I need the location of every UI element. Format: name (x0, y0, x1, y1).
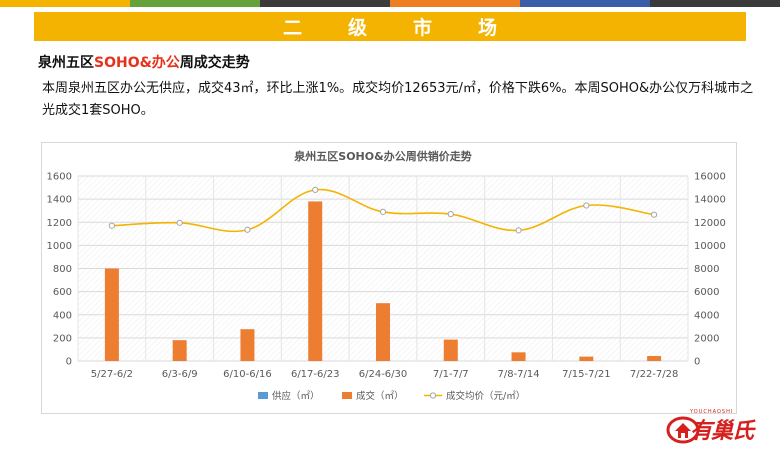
deal-bar (104, 268, 119, 361)
deal-bar (579, 356, 594, 361)
price-point (515, 227, 522, 234)
x-tick-label: 6/24-6/30 (359, 369, 408, 380)
legend-marker-price (429, 392, 437, 399)
y2-tick-label: 8000 (694, 264, 719, 275)
price-point (379, 208, 387, 215)
x-tick-label: 6/17-6/23 (291, 369, 340, 380)
y2-tick-label: 12000 (694, 218, 726, 229)
heading-suffix: 周成交走势 (179, 55, 250, 71)
x-tick-label: 7/8-7/14 (497, 369, 539, 380)
price-point (244, 226, 251, 233)
deal-bar (443, 339, 458, 361)
stripe (260, 0, 390, 7)
y-tick-label: 1200 (47, 218, 72, 229)
stripe (130, 0, 260, 7)
y-tick-label: 1400 (47, 195, 72, 206)
logo-text: 有巢氏 (690, 419, 754, 444)
legend-swatch-supply (258, 392, 268, 399)
x-tick-label: 6/10-6/16 (223, 369, 272, 380)
legend-swatch-deal (342, 392, 352, 399)
section-banner: 二级市场 (34, 12, 746, 41)
stripe (390, 0, 520, 7)
heading-accent: SOHO&办公 (94, 55, 180, 71)
deal-bar (647, 356, 662, 361)
x-tick-label: 7/22-7/28 (630, 369, 679, 380)
stripe (520, 0, 650, 7)
y-tick-label: 400 (53, 310, 72, 321)
price-point (651, 211, 658, 218)
y2-tick-label: 16000 (694, 172, 726, 183)
deal-bar (308, 201, 323, 361)
price-point (108, 222, 115, 229)
x-tick-label: 5/27-6/2 (91, 369, 133, 380)
chart-container: 泉州五区SOHO&办公周供销价走势 0 200 400 600 800 1000 1200 14… (41, 142, 737, 414)
deal-bar (511, 352, 526, 361)
y-tick-label: 600 (53, 287, 72, 298)
price-point (583, 202, 590, 209)
price-point (312, 186, 319, 193)
legend-label: 成交（㎡） (356, 390, 404, 402)
y-tick-label: 1600 (47, 172, 72, 183)
y-tick-label: 800 (53, 264, 72, 275)
price-point (447, 211, 454, 218)
x-tick-label: 6/3-6/9 (162, 369, 198, 380)
deal-bar (376, 303, 390, 361)
legend-label: 供应（㎡） (272, 390, 320, 402)
combo-chart: 泉州五区SOHO&办公周供销价走势 0 200 400 600 800 1000 1200 14… (47, 149, 726, 402)
summary-paragraph: 本周泉州五区办公无供应，成交43㎡，环比上涨1%。成交均价12653元/㎡，价格… (42, 81, 754, 118)
page-heading: 泉州五区SOHO&办公周成交走势 (38, 52, 250, 72)
deal-bar (172, 340, 187, 361)
y2-tick-label: 2000 (694, 333, 719, 344)
deal-bar (240, 329, 255, 361)
y2-tick-label: 4000 (694, 310, 719, 321)
price-point (176, 219, 183, 226)
stripe (650, 0, 780, 7)
top-color-stripes (0, 0, 780, 7)
heading-prefix: 泉州五区 (38, 55, 94, 71)
y2-tick-label: 0 (694, 357, 700, 368)
banner-title: 二级市场 (282, 17, 543, 39)
legend-label: 成交均价（元/㎡） (446, 390, 525, 402)
chart-title: 泉州五区SOHO&办公周供销价走势 (293, 149, 471, 163)
y2-tick-label: 6000 (694, 287, 719, 298)
x-tick-label: 7/1-7/7 (433, 369, 469, 380)
y-tick-label: 1000 (47, 241, 72, 252)
y2-tick-label: 14000 (694, 195, 726, 206)
x-tick-label: 7/15-7/21 (562, 369, 611, 380)
stripe (0, 0, 130, 7)
y-tick-label: 0 (66, 357, 72, 368)
y-tick-label: 200 (53, 333, 72, 344)
y2-tick-label: 10000 (694, 241, 726, 252)
